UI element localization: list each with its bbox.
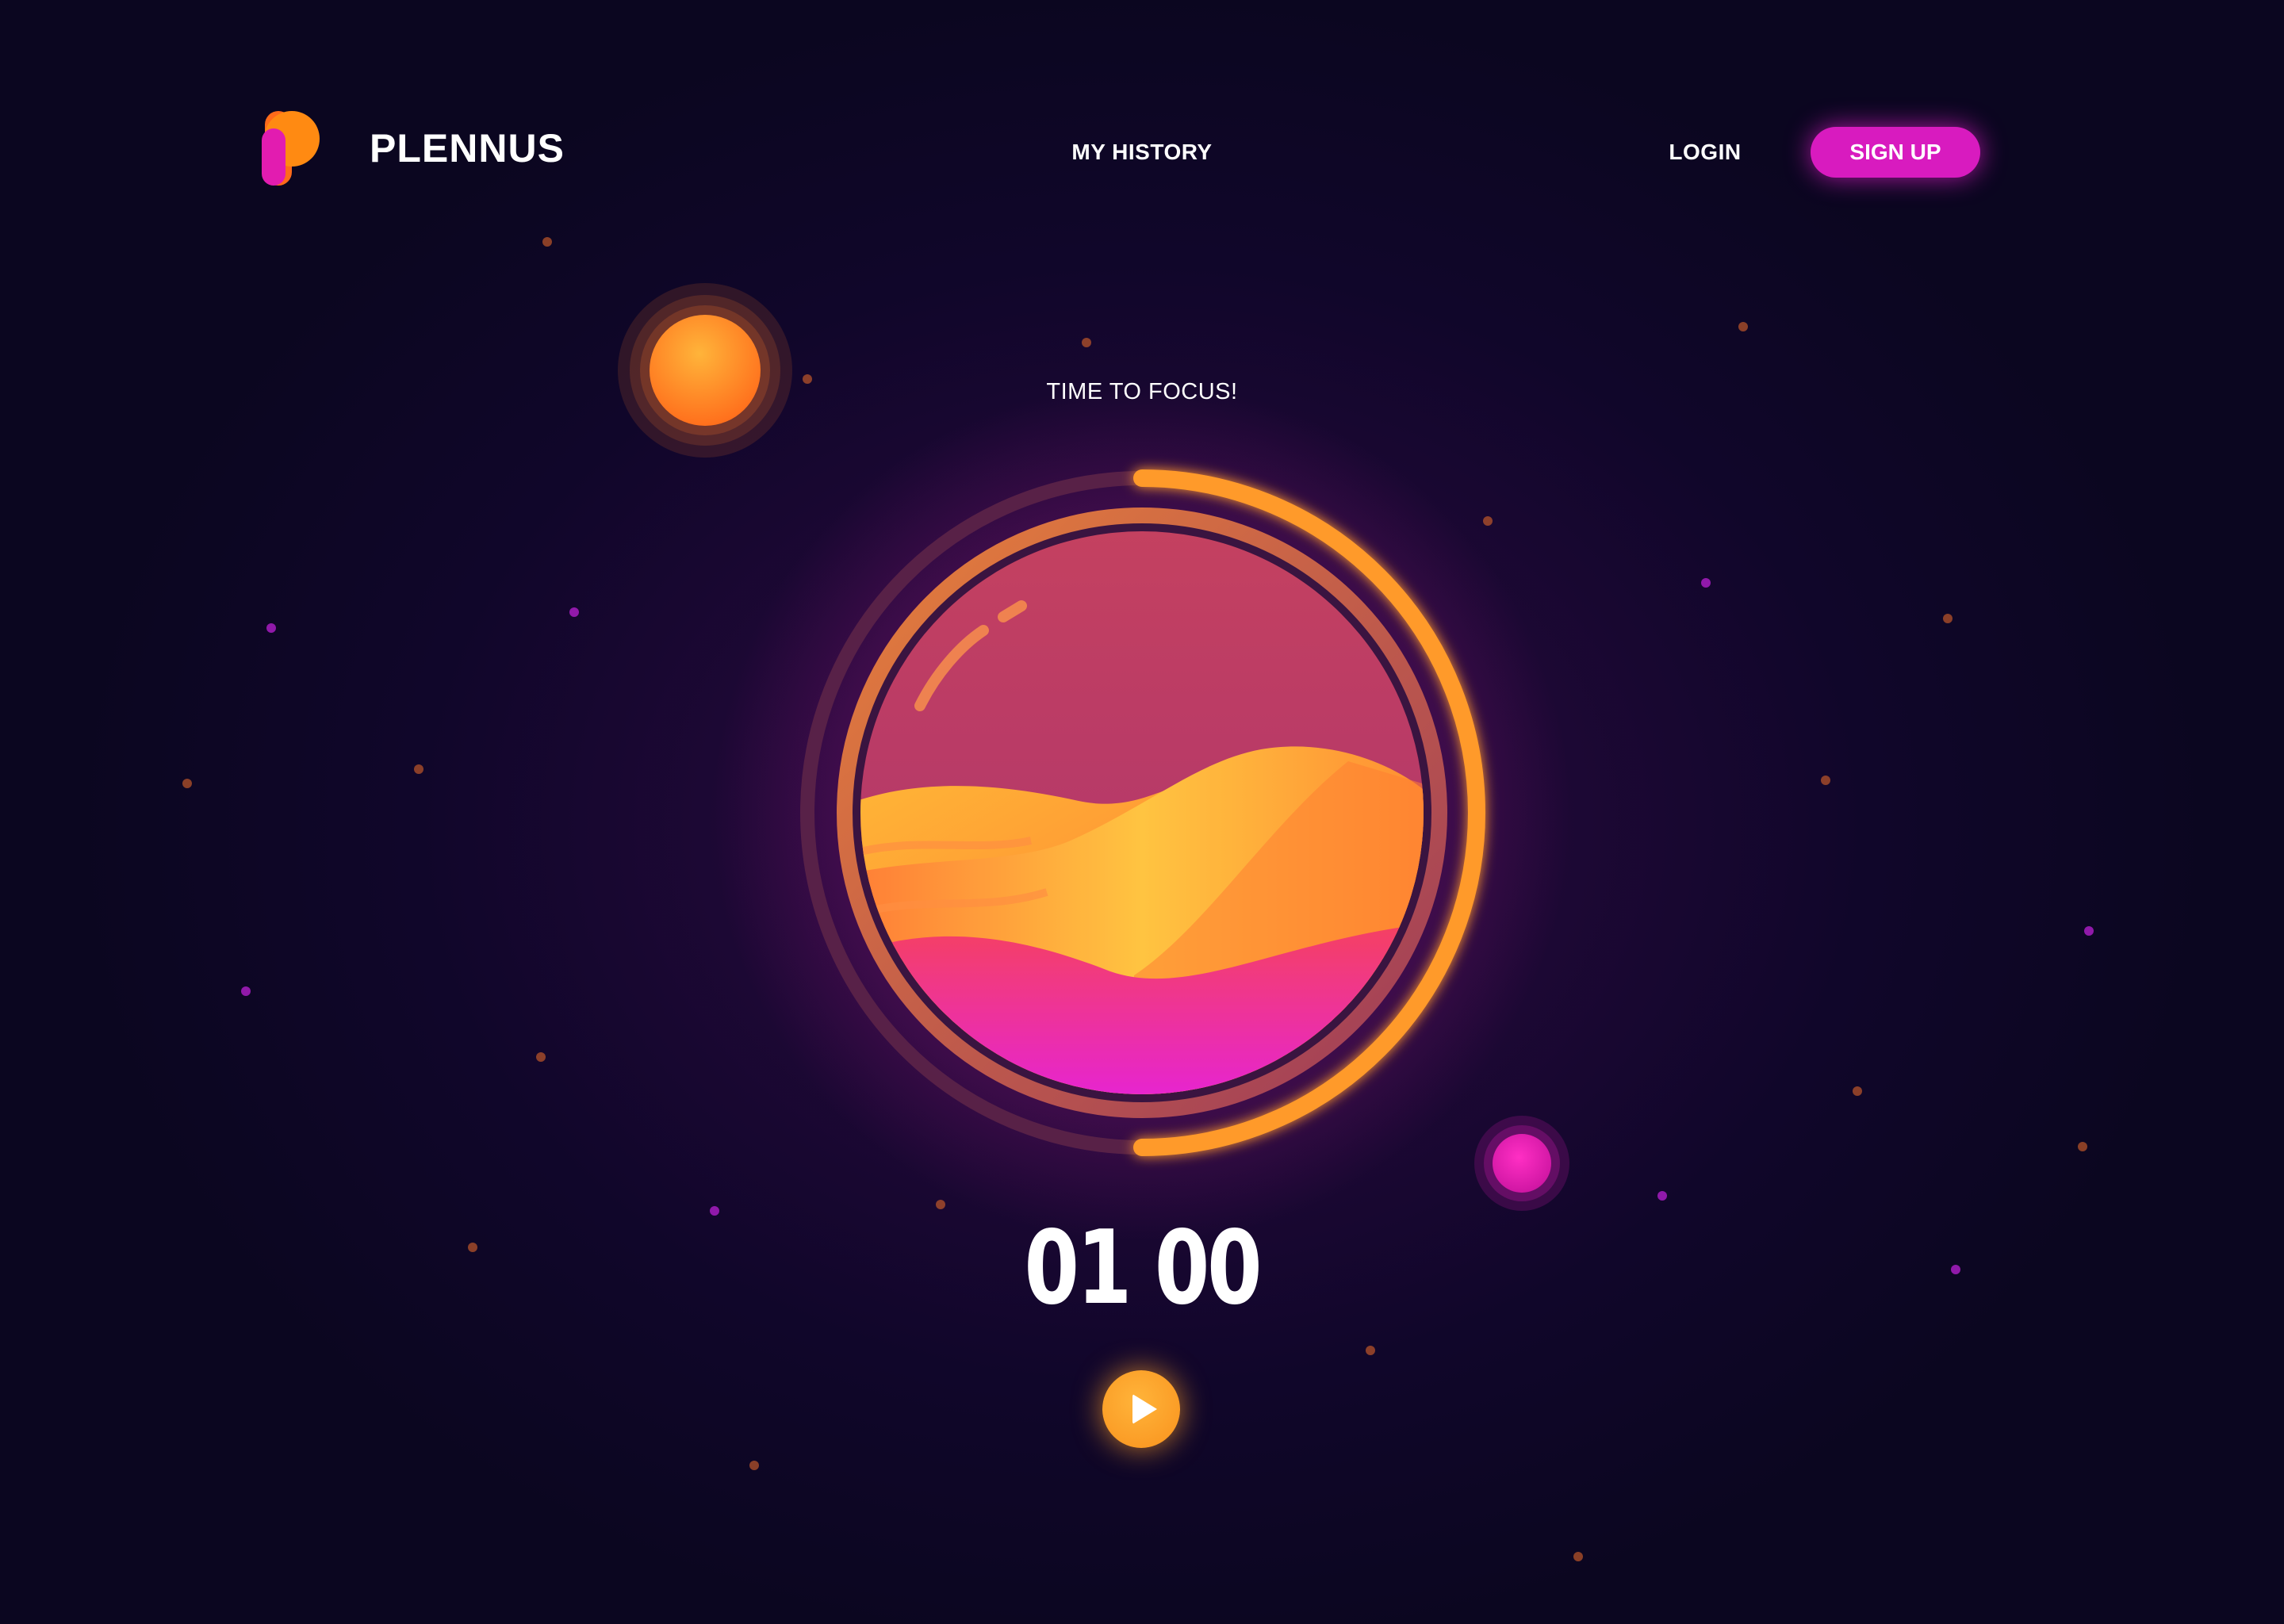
login-link[interactable]: LOGIN [1650, 136, 1761, 168]
signup-button[interactable]: SIGN UP [1811, 127, 1980, 178]
play-icon [1132, 1394, 1157, 1424]
focus-label: TIME TO FOCUS! [1046, 379, 1238, 404]
nav-my-history[interactable]: MY HISTORY [1063, 136, 1221, 168]
play-button[interactable] [1102, 1370, 1180, 1448]
p-logo-icon [262, 111, 320, 186]
brand-name: PLENNUS [370, 126, 565, 170]
brand-logo[interactable]: PLENNUS [262, 111, 565, 186]
timer-display: 01 00 [1024, 1209, 1262, 1327]
